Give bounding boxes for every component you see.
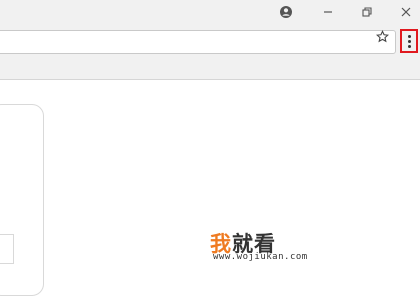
watermark-url: www.wojiukan.com [213,252,308,262]
profile-button[interactable] [270,0,302,24]
menu-dot [407,39,411,43]
restore-button[interactable] [351,0,383,24]
page-input-box[interactable] [0,234,14,264]
page-content-card [0,104,44,296]
title-bar [0,0,420,24]
address-bar[interactable] [0,30,396,54]
menu-dot [407,44,411,48]
close-icon [401,7,411,17]
watermark: 我就看 www.wojiukan.com [210,228,320,272]
watermark-logo-text: 我就看 [210,228,276,256]
bookmark-star-button[interactable] [373,27,391,45]
browser-toolbar [0,24,420,58]
account-icon [280,6,292,18]
restore-icon [362,7,372,17]
minimize-button[interactable] [312,0,344,24]
vertical-dots-icon [407,34,411,38]
minimize-icon [324,11,332,13]
close-button[interactable] [390,0,420,24]
bookmarks-bar [0,58,420,80]
star-outline-icon [375,29,389,42]
browser-menu-button[interactable] [400,29,418,53]
